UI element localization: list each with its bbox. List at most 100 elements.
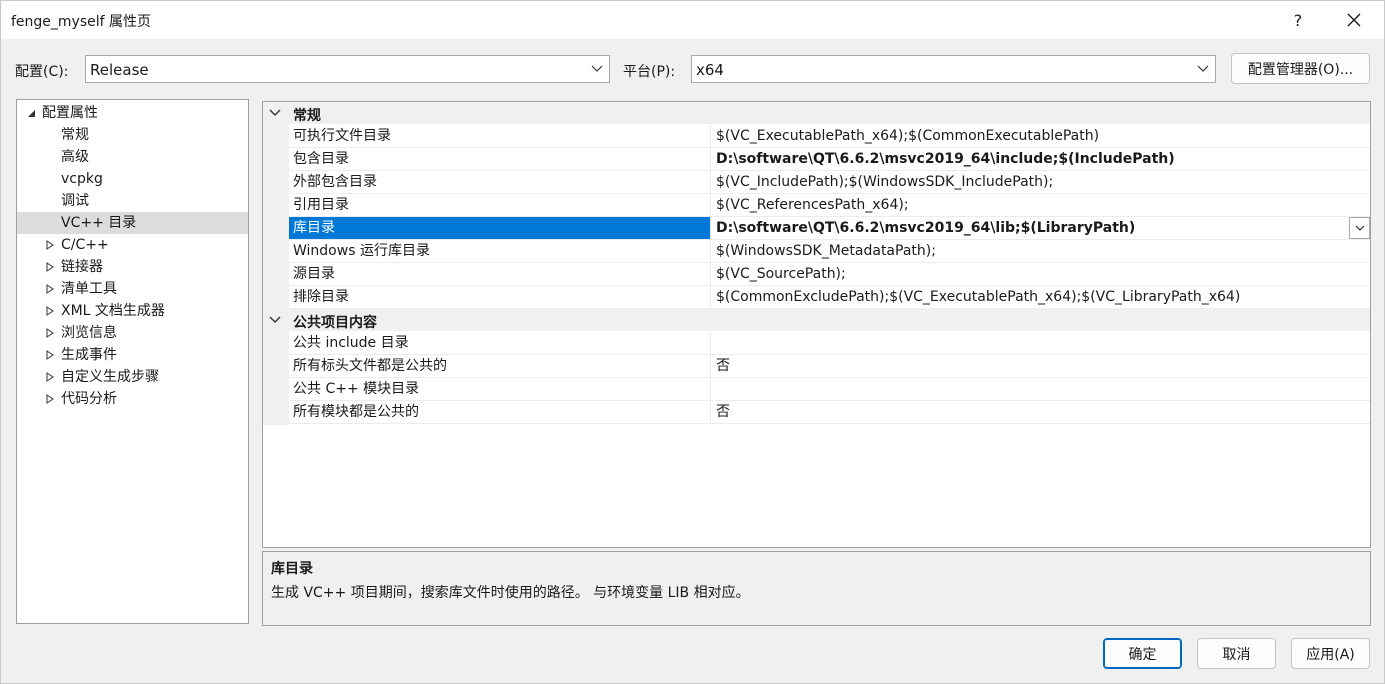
property-row[interactable]: 引用目录 $(VC_ReferencesPath_x64); bbox=[289, 194, 1370, 217]
property-row[interactable]: 排除目录 $(CommonExcludePath);$(VC_Executable… bbox=[289, 286, 1370, 309]
property-name: 包含目录 bbox=[289, 148, 711, 170]
help-button[interactable]: ? bbox=[1275, 5, 1321, 35]
property-value[interactable]: 否 bbox=[716, 401, 1366, 423]
category-label: 公共项目内容 bbox=[293, 315, 377, 331]
tree-root-label: 配置属性 bbox=[42, 105, 98, 121]
property-row[interactable]: 外部包含目录 $(VC_IncludePath);$(WindowsSDK_Inc… bbox=[289, 171, 1370, 194]
property-name: 库目录 bbox=[289, 217, 711, 239]
tree-item-label: 链接器 bbox=[61, 259, 103, 275]
property-value[interactable]: $(VC_ExecutablePath_x64);$(CommonExecuta… bbox=[716, 125, 1366, 147]
collapse-arrow-icon[interactable] bbox=[24, 102, 38, 124]
property-row[interactable]: 公共 C++ 模块目录 bbox=[289, 378, 1370, 401]
chevron-down-icon bbox=[1195, 60, 1211, 78]
expand-arrow-icon[interactable] bbox=[43, 344, 57, 366]
property-pages-dialog: fenge_myself 属性页 ? 配置(C): Release 平台(P):… bbox=[0, 0, 1385, 684]
apply-button[interactable]: 应用(A) bbox=[1291, 638, 1370, 669]
property-row[interactable]: 包含目录 D:\software\QT\6.6.2\msvc2019_64\inc… bbox=[289, 148, 1370, 171]
expand-arrow-icon[interactable] bbox=[43, 322, 57, 344]
tree-item[interactable]: 调试 bbox=[17, 190, 248, 212]
property-name: 所有标头文件都是公共的 bbox=[289, 355, 711, 377]
config-value: Release bbox=[90, 61, 149, 79]
tree-item-label: C/C++ bbox=[61, 237, 109, 253]
tree-item[interactable]: 清单工具 bbox=[17, 278, 248, 300]
tree-item[interactable]: VC++ 目录 bbox=[17, 212, 248, 234]
chevron-down-icon bbox=[1355, 225, 1364, 231]
tree-item[interactable]: C/C++ bbox=[17, 234, 248, 256]
tree-item-label: 常规 bbox=[61, 127, 89, 143]
platform-label: 平台(P): bbox=[623, 64, 676, 80]
platform-value: x64 bbox=[696, 61, 724, 79]
property-name: 排除目录 bbox=[289, 286, 711, 308]
property-value[interactable]: 否 bbox=[716, 355, 1366, 377]
tree-item-label: XML 文档生成器 bbox=[61, 303, 165, 319]
config-label: 配置(C): bbox=[15, 64, 69, 80]
tree-item-label: 浏览信息 bbox=[61, 325, 117, 341]
tree-item[interactable]: 常规 bbox=[17, 124, 248, 146]
property-value[interactable]: D:\software\QT\6.6.2\msvc2019_64\include… bbox=[716, 148, 1366, 170]
expand-arrow-icon[interactable] bbox=[43, 388, 57, 410]
window-title: fenge_myself 属性页 bbox=[11, 14, 152, 30]
tree-root-config-properties[interactable]: 配置属性 bbox=[17, 102, 248, 124]
property-value[interactable] bbox=[716, 332, 1366, 354]
property-row[interactable]: 库目录 D:\software\QT\6.6.2\msvc2019_64\lib;… bbox=[289, 217, 1370, 240]
apply-label: 应用(A) bbox=[1306, 646, 1355, 663]
tree-item-label: 代码分析 bbox=[61, 391, 117, 407]
property-row[interactable]: 所有标头文件都是公共的否 bbox=[289, 355, 1370, 378]
property-value[interactable]: $(VC_SourcePath); bbox=[716, 263, 1366, 285]
category-row[interactable]: 公共项目内容 bbox=[263, 309, 1370, 331]
value-dropdown-button[interactable] bbox=[1349, 217, 1370, 239]
configuration-manager-button[interactable]: 配置管理器(O)... bbox=[1231, 53, 1370, 84]
expand-arrow-icon[interactable] bbox=[43, 256, 57, 278]
property-name: 可执行文件目录 bbox=[289, 125, 711, 147]
property-value[interactable]: D:\software\QT\6.6.2\msvc2019_64\lib;$(L… bbox=[716, 217, 1366, 239]
property-tree: 配置属性 常规高级 vcpkg 调试 VC++ 目录 C/C++ 链接器清单工具 XML 文… bbox=[16, 99, 249, 624]
close-button[interactable] bbox=[1331, 5, 1377, 35]
property-name: 公共 C++ 模块目录 bbox=[289, 378, 711, 400]
property-value[interactable]: $(VC_ReferencesPath_x64); bbox=[716, 194, 1366, 216]
description-text: 生成 VC++ 项目期间，搜索库文件时使用的路径。 与环境变量 LIB 相对应。 bbox=[271, 585, 750, 601]
tree-item[interactable]: 生成事件 bbox=[17, 344, 248, 366]
help-label: ? bbox=[1293, 10, 1303, 30]
tree-item[interactable]: 代码分析 bbox=[17, 388, 248, 410]
property-name: 公共 include 目录 bbox=[289, 332, 711, 354]
platform-combobox[interactable]: x64 bbox=[691, 55, 1216, 83]
property-value[interactable]: $(WindowsSDK_MetadataPath); bbox=[716, 240, 1366, 262]
tree-item-label: 调试 bbox=[61, 193, 89, 209]
config-combobox[interactable]: Release bbox=[85, 55, 610, 83]
tree-item-label: 清单工具 bbox=[61, 281, 117, 297]
property-value[interactable] bbox=[716, 378, 1366, 400]
tree-item[interactable]: 自定义生成步骤 bbox=[17, 366, 248, 388]
expand-arrow-icon[interactable] bbox=[43, 234, 57, 256]
tree-item-label: 自定义生成步骤 bbox=[61, 369, 159, 385]
property-row[interactable]: 所有模块都是公共的否 bbox=[289, 401, 1370, 424]
property-value[interactable]: $(CommonExcludePath);$(VC_ExecutablePath… bbox=[716, 286, 1366, 308]
expand-arrow-icon[interactable] bbox=[43, 300, 57, 322]
category-row[interactable]: 常规 bbox=[263, 102, 1370, 124]
property-name: 所有模块都是公共的 bbox=[289, 401, 711, 423]
category-label: 常规 bbox=[293, 108, 321, 124]
expand-arrow-icon[interactable] bbox=[43, 366, 57, 388]
property-row[interactable]: 源目录 $(VC_SourcePath); bbox=[289, 263, 1370, 286]
property-row[interactable]: 公共 include 目录 bbox=[289, 332, 1370, 355]
tree-item[interactable]: vcpkg bbox=[17, 168, 248, 190]
cancel-button[interactable]: 取消 bbox=[1197, 638, 1276, 669]
expand-arrow-icon[interactable] bbox=[43, 278, 57, 300]
property-value[interactable]: $(VC_IncludePath);$(WindowsSDK_IncludePa… bbox=[716, 171, 1366, 193]
property-name: 引用目录 bbox=[289, 194, 711, 216]
ok-label: 确定 bbox=[1128, 646, 1157, 663]
tree-item[interactable]: XML 文档生成器 bbox=[17, 300, 248, 322]
tree-item[interactable]: 高级 bbox=[17, 146, 248, 168]
property-name: Windows 运行库目录 bbox=[289, 240, 711, 262]
description-panel: 库目录 生成 VC++ 项目期间，搜索库文件时使用的路径。 与环境变量 LIB … bbox=[262, 551, 1371, 626]
chevron-down-icon bbox=[589, 60, 605, 78]
close-icon bbox=[1347, 13, 1361, 27]
chevron-down-icon[interactable] bbox=[269, 312, 283, 328]
ok-button[interactable]: 确定 bbox=[1103, 638, 1182, 669]
tree-item[interactable]: 浏览信息 bbox=[17, 322, 248, 344]
tree-item-label: VC++ 目录 bbox=[61, 215, 137, 231]
tree-item[interactable]: 链接器 bbox=[17, 256, 248, 278]
cancel-label: 取消 bbox=[1222, 646, 1251, 663]
property-row[interactable]: Windows 运行库目录 $(WindowsSDK_MetadataPath); bbox=[289, 240, 1370, 263]
property-row[interactable]: 可执行文件目录 $(VC_ExecutablePath_x64);$(Common… bbox=[289, 125, 1370, 148]
chevron-down-icon[interactable] bbox=[269, 105, 283, 121]
